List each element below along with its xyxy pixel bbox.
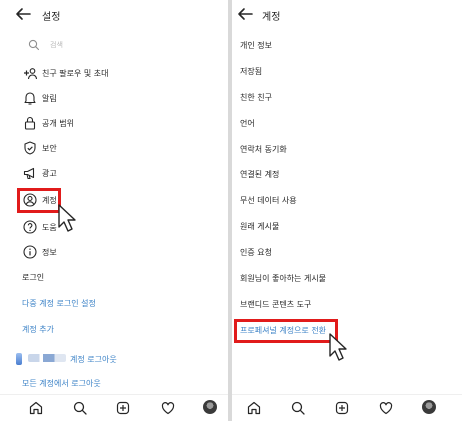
menu-item-label: 광고 [42,168,57,178]
lock-icon [24,116,36,130]
menu-item-notifications[interactable]: 알림 [22,87,57,109]
redacted-username [28,354,66,362]
page-title: 설정 [42,12,61,23]
back-arrow-icon[interactable] [14,6,32,22]
search-placeholder: 검색 [50,41,63,49]
multi-account-login-link[interactable]: 다중 계정 로그인 설정 [22,292,96,314]
menu-item-help[interactable]: 도움 [22,216,57,238]
bottom-nav [232,394,462,421]
home-icon[interactable] [246,400,262,416]
bell-icon [24,92,36,105]
page-title: 계정 [262,12,281,23]
account-item-personal-info[interactable]: 개인 정보 [240,35,272,55]
menu-item-label: 알림 [42,93,57,103]
search-icon[interactable] [290,400,306,416]
account-item-saved[interactable]: 저장됨 [240,61,262,81]
menu-item-label: 보안 [42,143,57,153]
profile-avatar[interactable] [203,400,217,414]
new-post-icon[interactable] [115,400,131,416]
account-item-close-friends[interactable]: 친한 친구 [240,87,272,107]
heart-icon[interactable] [160,400,176,416]
logout-account-link[interactable]: 계정 로그아웃 [70,348,117,370]
home-icon[interactable] [28,400,44,416]
heart-icon[interactable] [378,400,394,416]
avatar [16,353,22,365]
menu-item-security[interactable]: 보안 [22,137,57,159]
login-heading: 로그인 [22,272,45,282]
switch-pro-highlight-box [234,319,338,343]
menu-item-ads[interactable]: 광고 [22,162,57,184]
back-arrow-icon[interactable] [236,6,254,22]
menu-item-privacy[interactable]: 공개 범위 [22,112,74,134]
account-item-original-posts[interactable]: 원래 게시물 [240,216,279,236]
search-input[interactable]: 검색 [20,36,220,54]
pointer-cursor-icon [58,204,76,232]
bottom-nav [0,394,228,421]
menu-item-label: 친구 팔로우 및 초대 [42,68,109,78]
search-icon [28,39,40,51]
settings-header: 설정 [0,0,228,30]
pointer-cursor-icon [329,333,347,361]
account-header: 계정 [232,0,462,30]
add-person-icon [24,68,38,80]
menu-item-label: 정보 [42,247,57,257]
account-item-liked-posts[interactable]: 회원님이 좋아하는 게시물 [240,268,326,288]
account-item-linked-accounts[interactable]: 연결된 계정 [240,164,279,184]
menu-item-about[interactable]: 정보 [22,241,57,263]
menu-item-follow-invite[interactable]: 친구 팔로우 및 초대 [22,62,109,84]
account-item-verification[interactable]: 인증 요청 [240,242,272,262]
search-icon[interactable] [72,400,88,416]
megaphone-icon [23,167,35,179]
account-item-contacts-sync[interactable]: 연락처 동기화 [240,139,287,159]
help-icon [23,220,37,234]
account-item-cellular-data[interactable]: 무선 데이터 사용 [240,190,297,210]
shield-icon [24,141,36,155]
account-item-language[interactable]: 언어 [240,113,255,133]
new-post-icon[interactable] [334,400,350,416]
profile-avatar[interactable] [422,400,436,414]
account-panel: 계정 개인 정보 저장됨 친한 친구 언어 연락처 동기화 연결된 계정 무선 … [232,0,462,421]
info-icon [23,245,37,259]
account-item-branded-content[interactable]: 브랜디드 콘텐츠 도구 [240,294,311,314]
menu-item-label: 공개 범위 [42,118,74,128]
add-account-link[interactable]: 계정 추가 [22,318,54,340]
logout-all-link[interactable]: 모든 계정에서 로그아웃 [22,372,101,394]
settings-panel: 설정 검색 친구 팔로우 및 초대 알림 공개 범위 보안 광고 계정 도움 정… [0,0,228,421]
